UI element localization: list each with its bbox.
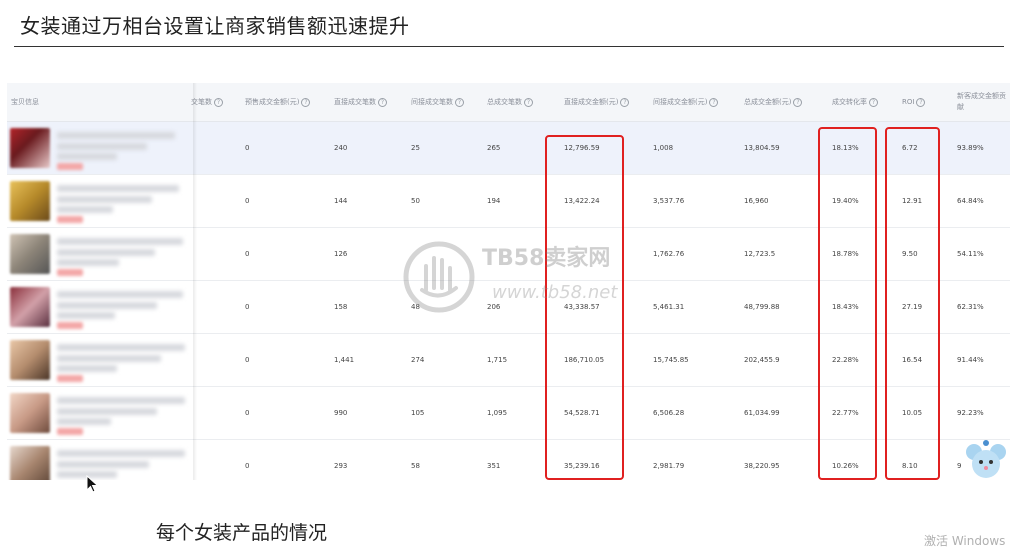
product-thumbnail[interactable]: [10, 234, 50, 274]
header-direct-orders[interactable]: 直接成交笔数?: [334, 83, 387, 121]
cell-indirect-amount: 1,008: [653, 144, 674, 152]
cell-direct-orders: 1,441: [334, 356, 355, 364]
cell-indirect-orders: 58: [411, 462, 420, 470]
cell-direct-orders: 158: [334, 303, 348, 311]
product-thumbnail[interactable]: [10, 287, 50, 327]
highlight-roi: [885, 127, 940, 480]
cell-total-amount: 38,220.95: [744, 462, 780, 470]
hand-logo-icon: [403, 241, 475, 313]
help-icon[interactable]: ?: [455, 97, 464, 107]
cell-direct-orders: 144: [334, 197, 348, 205]
cell-new-customer-contrib: 92.23%: [957, 409, 984, 417]
watermark-brand: TB58卖家网: [482, 246, 611, 271]
cell-indirect-orders: 50: [411, 197, 420, 205]
help-icon[interactable]: ?: [869, 97, 878, 107]
cell-presale-amount: 0: [245, 144, 250, 152]
cell-total-orders: 1,715: [487, 356, 508, 364]
slide-caption: 每个女装产品的情况: [156, 522, 328, 544]
cell-total-orders: 194: [487, 197, 501, 205]
product-thumbnail[interactable]: [10, 393, 50, 433]
help-icon[interactable]: ?: [524, 97, 533, 107]
header-indirect-orders[interactable]: 间接成交笔数?: [411, 83, 464, 121]
cell-indirect-amount: 5,461.31: [653, 303, 685, 311]
cell-presale-amount: 0: [245, 409, 250, 417]
cell-total-amount: 61,034.99: [744, 409, 780, 417]
cell-total-amount: 12,723.5: [744, 250, 776, 258]
cell-indirect-orders: 105: [411, 409, 425, 417]
help-icon[interactable]: ?: [214, 97, 223, 107]
cell-presale-amount: 0: [245, 197, 250, 205]
table-header: 宝贝信息 交笔数? 预售成交金额(元)? 直接成交笔数? 间接成交笔数? 总成交…: [7, 83, 1010, 122]
cell-direct-orders: 293: [334, 462, 348, 470]
cell-new-customer-contrib: 91.44%: [957, 356, 984, 364]
header-roi[interactable]: ROI?: [902, 83, 926, 121]
cell-new-customer-contrib: 9: [957, 462, 962, 470]
activate-windows-watermark: 激活 Windows: [924, 534, 1006, 548]
header-direct-amount[interactable]: 直接成交金额(元)?: [564, 83, 630, 121]
header-total-orders[interactable]: 总成交笔数?: [487, 83, 533, 121]
cell-indirect-amount: 3,537.76: [653, 197, 685, 205]
cell-total-amount: 202,455.9: [744, 356, 780, 364]
help-icon[interactable]: ?: [793, 97, 803, 107]
cell-total-amount: 16,960: [744, 197, 769, 205]
cell-total-amount: 13,804.59: [744, 144, 780, 152]
mouse-cursor-icon: [86, 475, 99, 493]
cell-indirect-amount: 6,506.28: [653, 409, 685, 417]
help-icon[interactable]: ?: [916, 97, 926, 107]
title-divider: [14, 46, 1004, 47]
header-conversion-rate[interactable]: 成交转化率?: [832, 83, 878, 121]
mouse-mascot-icon[interactable]: [964, 438, 1008, 480]
cell-indirect-amount: 1,762.76: [653, 250, 685, 258]
header-total-amount[interactable]: 总成交金额(元)?: [744, 83, 803, 121]
cell-presale-amount: 0: [245, 303, 250, 311]
cell-direct-orders: 126: [334, 250, 348, 258]
cell-total-orders: 351: [487, 462, 501, 470]
product-thumbnail[interactable]: [10, 181, 50, 221]
cell-indirect-amount: 15,745.85: [653, 356, 689, 364]
product-thumbnail[interactable]: [10, 128, 50, 168]
help-icon[interactable]: ?: [378, 97, 387, 107]
cell-total-amount: 48,799.88: [744, 303, 780, 311]
cell-new-customer-contrib: 54.11%: [957, 250, 984, 258]
help-icon[interactable]: ?: [709, 97, 719, 107]
site-watermark: TB58卖家网 www.tb58.net: [400, 238, 640, 318]
cell-indirect-amount: 2,981.79: [653, 462, 685, 470]
header-new-customer-contrib[interactable]: 新客成交金额贡献: [957, 83, 1009, 121]
header-product-info[interactable]: 宝贝信息: [11, 83, 39, 121]
cell-indirect-orders: 25: [411, 144, 420, 152]
cell-new-customer-contrib: 93.89%: [957, 144, 984, 152]
cell-total-orders: 265: [487, 144, 501, 152]
cell-presale-amount: 0: [245, 462, 250, 470]
cell-new-customer-contrib: 64.84%: [957, 197, 984, 205]
product-thumbnail[interactable]: [10, 446, 50, 480]
frozen-column-shadow: [193, 83, 197, 480]
slide-title: 女装通过万相台设置让商家销售额迅速提升: [20, 14, 410, 38]
cell-total-orders: 1,095: [487, 409, 508, 417]
help-icon[interactable]: ?: [301, 97, 311, 107]
header-indirect-amount[interactable]: 间接成交金额(元)?: [653, 83, 719, 121]
cell-presale-amount: 0: [245, 356, 250, 364]
highlight-conversion-rate: [818, 127, 877, 480]
cell-direct-orders: 990: [334, 409, 348, 417]
watermark-url: www.tb58.net: [492, 282, 618, 303]
product-thumbnail[interactable]: [10, 340, 50, 380]
help-icon[interactable]: ?: [620, 97, 630, 107]
cell-presale-amount: 0: [245, 250, 250, 258]
cell-direct-orders: 240: [334, 144, 348, 152]
cell-new-customer-contrib: 62.31%: [957, 303, 984, 311]
header-presale-amount[interactable]: 预售成交金额(元)?: [245, 83, 311, 121]
cell-indirect-orders: 274: [411, 356, 425, 364]
